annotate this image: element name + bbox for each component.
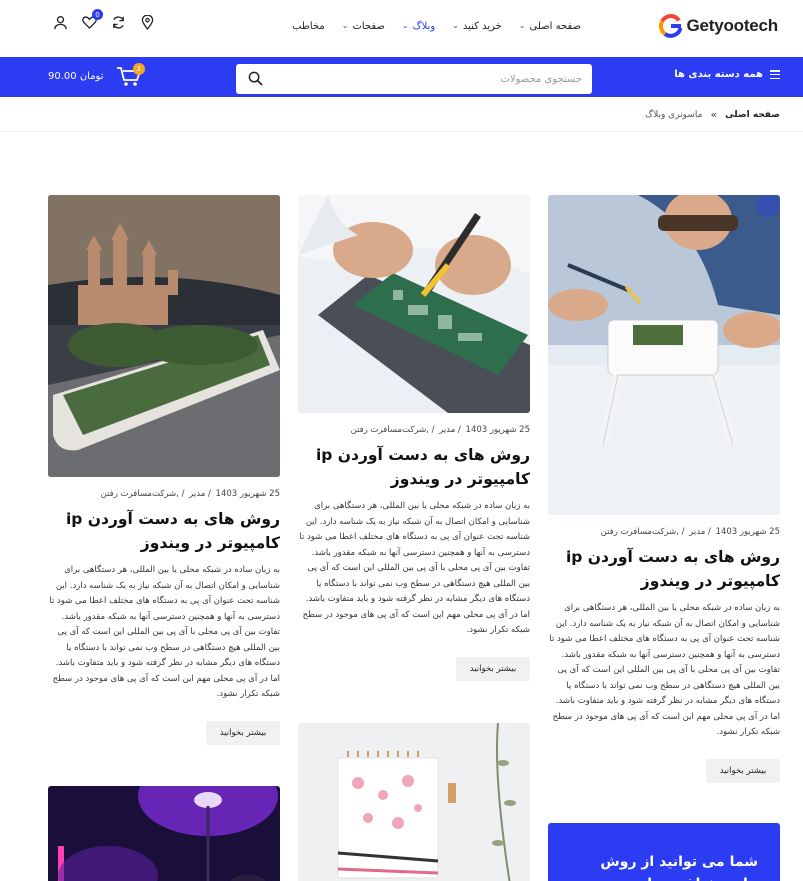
post-date: 25 شهریور 1403 xyxy=(465,425,530,435)
post-actions: بیشتر بخوانید xyxy=(48,703,280,745)
chevron-down-icon: ⌄ xyxy=(341,21,349,30)
compare-arrows-icon[interactable] xyxy=(110,14,126,30)
site-logo[interactable]: Getyootech xyxy=(659,12,778,40)
all-categories-menu[interactable]: همه دسته بندی ها xyxy=(674,69,780,80)
post-image xyxy=(48,786,280,881)
promo-text: شما می توانید از روش های مختلفی برای به … xyxy=(575,854,758,881)
post-title[interactable]: روش های به دست آوردن ip کامپیوتر در ویند… xyxy=(298,443,530,491)
chevron-down-icon: ⌄ xyxy=(452,21,459,30)
all-categories-label: همه دسته بندی ها xyxy=(674,69,763,80)
post-card: 25 شهریور 1403 / مدیر / ,شرکت‌مسافرت رفت… xyxy=(48,195,280,745)
mini-cart[interactable]: 90.00 تومان 3 xyxy=(48,63,145,87)
post-image xyxy=(48,195,280,477)
nav-item-home[interactable]: صفحه اصلی ⌄ xyxy=(519,21,581,32)
breadcrumb-divider xyxy=(0,131,803,132)
main-navigation: صفحه اصلی ⌄ خرید کنید ⌄ وبلاگ ⌄ صفحات ⌄ … xyxy=(292,16,581,36)
promo-box[interactable]: شما می توانید از روش های مختلفی برای به … xyxy=(548,823,780,881)
product-search xyxy=(236,64,592,94)
post-author[interactable]: مدیر xyxy=(439,425,455,435)
search-input[interactable] xyxy=(272,64,592,94)
location-pin-icon[interactable] xyxy=(139,14,155,30)
post-actions: بیشتر بخوانید xyxy=(298,639,530,681)
post-meta: 25 شهریور 1403 / مدیر / ,شرکت‌مسافرت رفت… xyxy=(350,425,530,435)
nav-label: صفحات xyxy=(352,20,385,32)
hamburger-icon xyxy=(770,70,780,79)
breadcrumb-current: ماسونری وبلاگ xyxy=(645,109,703,120)
castle-on-phone-photo[interactable] xyxy=(48,195,280,477)
read-more-button[interactable]: بیشتر بخوانید xyxy=(456,656,530,681)
site-header: Getyootech صفحه اصلی ⌄ خرید کنید ⌄ وبلاگ… xyxy=(0,0,803,57)
breadcrumb: صفحه اصلی » ماسونری وبلاگ xyxy=(645,108,780,121)
nav-item-contact[interactable]: مخاطب xyxy=(292,21,325,32)
heart-icon[interactable]: 0 xyxy=(81,9,103,30)
post-date: 25 شهریور 1403 xyxy=(715,527,780,537)
post-title[interactable]: روش های به دست آوردن ip کامپیوتر در ویند… xyxy=(48,507,280,555)
nav-label: خرید کنید xyxy=(462,20,502,32)
category-search-bar: همه دسته بندی ها 90.00 تومان 3 xyxy=(0,57,803,97)
logo-g-icon xyxy=(659,13,683,38)
nav-label: مخاطب xyxy=(292,20,325,32)
nav-label: وبلاگ xyxy=(412,20,436,32)
post-author[interactable]: مدیر xyxy=(689,527,705,537)
post-meta: 25 شهریور 1403 / مدیر / ,شرکت‌مسافرت رفت… xyxy=(600,527,780,537)
nav-item-shop[interactable]: خرید کنید ⌄ xyxy=(452,21,502,32)
shopping-cart-icon: 3 xyxy=(116,63,145,87)
post-card: 25 شهریور 1403 / مدیر / ,شرکت‌مسافرت رفت… xyxy=(298,195,530,681)
nav-label: صفحه اصلی xyxy=(529,20,581,32)
breadcrumb-home-link[interactable]: صفحه اصلی xyxy=(725,110,780,120)
read-more-button[interactable]: بیشتر بخوانید xyxy=(206,720,280,745)
nav-item-pages[interactable]: صفحات ⌄ xyxy=(342,21,385,32)
drone-repair-photo[interactable] xyxy=(548,195,780,515)
post-excerpt: به زبان ساده در شبکه محلی یا بین المللی،… xyxy=(549,603,780,737)
nav-item-blog[interactable]: وبلاگ ⌄ xyxy=(402,21,435,32)
logo-text: Getyootech xyxy=(686,16,778,35)
header-icon-group: 0 xyxy=(52,9,155,30)
blog-masonry-page: Getyootech صفحه اصلی ⌄ خرید کنید ⌄ وبلاگ… xyxy=(0,0,803,881)
read-more-button[interactable]: بیشتر بخوانید xyxy=(706,758,780,783)
wishlist-count-badge: 0 xyxy=(92,9,103,20)
post-date: 25 شهریور 1403 xyxy=(215,489,280,499)
chevron-down-icon: ⌄ xyxy=(401,21,409,30)
post-image xyxy=(298,723,530,881)
search-icon[interactable] xyxy=(248,71,264,87)
post-excerpt: به زبان ساده در شبکه محلی یا بین المللی،… xyxy=(299,501,530,635)
post-card: 25 شهریور 1403 / مدیر / ,شرکت‌مسافرت رفت… xyxy=(548,195,780,783)
post-image xyxy=(548,195,780,515)
post-actions: بیشتر بخوانید xyxy=(548,741,780,783)
chevron-down-icon: ⌄ xyxy=(518,21,526,30)
cart-total: 90.00 تومان xyxy=(48,70,104,82)
notebook-desk-photo[interactable] xyxy=(298,723,530,881)
breadcrumb-separator: » xyxy=(710,108,718,121)
circuit-board-soldering-photo[interactable] xyxy=(298,195,530,413)
purple-neon-lamp-photo[interactable] xyxy=(48,786,280,881)
post-title[interactable]: روش های به دست آوردن ip کامپیوتر در ویند… xyxy=(548,545,780,593)
cart-count-badge: 3 xyxy=(132,63,145,75)
post-author[interactable]: مدیر xyxy=(189,489,205,499)
user-icon[interactable] xyxy=(52,14,68,30)
post-image xyxy=(298,195,530,413)
post-category[interactable]: ,شرکت‌مسافرت رفتن xyxy=(351,425,429,435)
post-category[interactable]: ,شرکت‌مسافرت رفتن xyxy=(101,489,179,499)
post-meta: 25 شهریور 1403 / مدیر / ,شرکت‌مسافرت رفت… xyxy=(100,489,280,499)
post-category[interactable]: ,شرکت‌مسافرت رفتن xyxy=(601,527,679,537)
post-excerpt: به زبان ساده در شبکه محلی یا بین المللی،… xyxy=(49,565,280,699)
